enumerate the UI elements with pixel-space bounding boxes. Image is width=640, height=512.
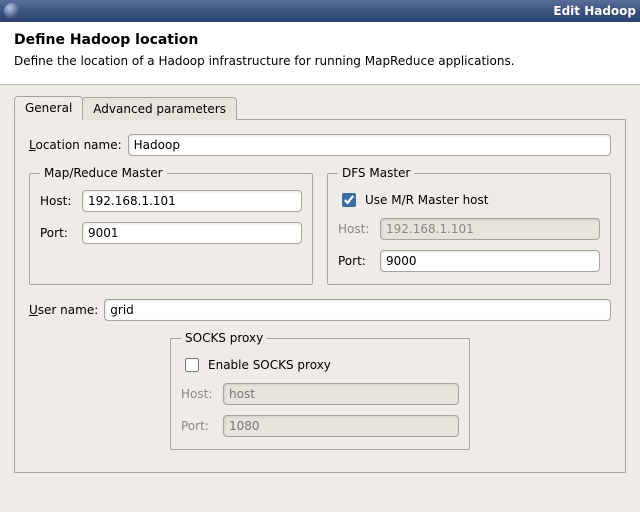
location-name-label: Location name: [29,138,122,152]
enable-socks-label: Enable SOCKS proxy [208,358,331,372]
mr-host-input[interactable] [82,190,302,212]
enable-socks-checkbox[interactable] [185,358,199,372]
use-mr-host-checkbox[interactable] [342,193,356,207]
socks-proxy-legend: SOCKS proxy [181,331,267,345]
use-mr-host-label: Use M/R Master host [365,193,488,207]
dfs-port-label: Port: [338,254,380,268]
dfs-master-group: DFS Master Use M/R Master host Host: Por… [327,166,611,285]
dfs-host-label: Host: [338,222,380,236]
dfs-port-input[interactable] [380,250,600,272]
socks-host-input [223,383,459,405]
user-name-label: User name: [29,303,98,317]
user-name-input[interactable] [104,299,611,321]
page-subtitle: Define the location of a Hadoop infrastr… [14,54,626,68]
socks-port-label: Port: [181,419,223,433]
eclipse-icon [4,3,20,19]
socks-proxy-group: SOCKS proxy Enable SOCKS proxy Host: Por… [170,331,470,450]
window-title: Edit Hadoop [553,4,636,18]
dialog-header: Define Hadoop location Define the locati… [0,22,640,85]
mapreduce-master-legend: Map/Reduce Master [40,166,167,180]
mapreduce-master-group: Map/Reduce Master Host: Port: [29,166,313,285]
tab-panel-general: Location name: Map/Reduce Master Host: P… [14,120,626,473]
titlebar: Edit Hadoop [0,0,640,22]
socks-port-input [223,415,459,437]
tab-general[interactable]: General [14,96,83,120]
socks-host-label: Host: [181,387,223,401]
tab-advanced[interactable]: Advanced parameters [82,97,237,120]
page-title: Define Hadoop location [14,32,626,48]
location-name-input[interactable] [128,134,611,156]
mr-port-input[interactable] [82,222,302,244]
tabs: General Advanced parameters [14,95,626,120]
dfs-master-legend: DFS Master [338,166,414,180]
dfs-host-input [380,218,600,240]
mr-host-label: Host: [40,194,82,208]
mr-port-label: Port: [40,226,82,240]
